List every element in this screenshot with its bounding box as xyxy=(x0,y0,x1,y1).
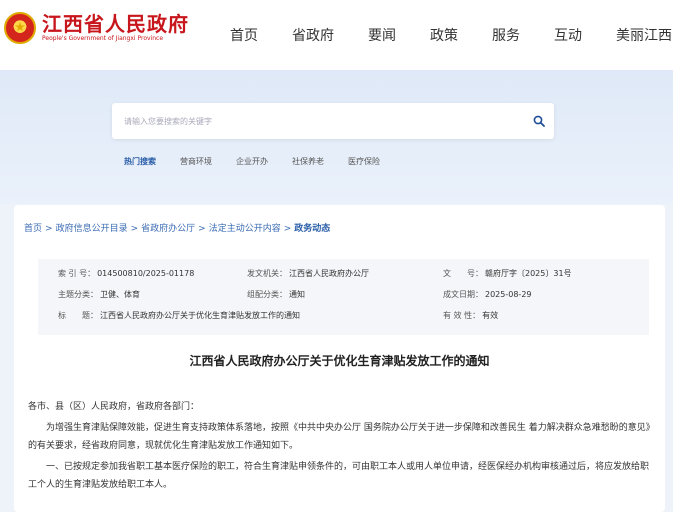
document-meta-table: 索 引 号： 014500810/2025-01178 发文机关： 江西省人民政府办… xyxy=(38,259,649,335)
nav-services[interactable]: 服务 xyxy=(492,25,520,45)
nav-home[interactable]: 首页 xyxy=(230,25,258,45)
hot-search-item[interactable]: 社保养老 xyxy=(292,156,324,167)
nav-provincial-government[interactable]: 省政府 xyxy=(292,25,334,45)
content-card: 首页 > 政府信息公开目录 > 省政府办公厅 > 法定主动公开内容 > 政务动态 索 引 号： 0… xyxy=(14,205,665,512)
document-body: 各市、县（区）人民政府，省政府各部门： 为增强生育津贴保障效能，促进生育支持政策… xyxy=(28,398,654,497)
hot-search-item[interactable]: 企业开办 xyxy=(236,156,268,167)
breadcrumb: 首页 > 政府信息公开目录 > 省政府办公厅 > 法定主动公开内容 > 政务动态 xyxy=(24,221,330,234)
meta-date: 成文日期： 2025-08-29 xyxy=(443,290,532,299)
meta-index-no: 索 引 号： 014500810/2025-01178 xyxy=(58,269,195,278)
main-nav: 首页 省政府 要闻 政策 服务 互动 美丽江西 xyxy=(230,0,672,70)
document-title: 江西省人民政府办公厅关于优化生育津贴发放工作的通知 xyxy=(189,354,490,368)
meta-validity: 有 效 性： 有效 xyxy=(443,311,499,320)
hot-search-label: 热门搜索 xyxy=(124,157,156,166)
search-button[interactable] xyxy=(524,103,554,139)
breadcrumb-separator: > xyxy=(130,224,139,234)
search-band: 热门搜索 营商环境 企业开办 社保养老 医疗保险 xyxy=(0,70,673,204)
meta-issuer: 发文机关： 江西省人民政府办公厅 xyxy=(247,269,369,278)
nav-news[interactable]: 要闻 xyxy=(368,25,396,45)
breadcrumb-public-content[interactable]: 法定主动公开内容 xyxy=(209,224,281,234)
meta-category: 组配分类： 通知 xyxy=(247,290,305,299)
breadcrumb-separator: > xyxy=(283,224,292,234)
breadcrumb-separator: > xyxy=(198,224,206,234)
site-logo[interactable]: 江西省人民政府 People's Government of Jiangxi P… xyxy=(4,12,189,44)
meta-doc-no: 文 号： 赣府厅字〔2025〕31号 xyxy=(443,269,572,278)
meta-row: 标 题： 江西省人民政府办公厅关于优化生育津贴发放工作的通知 有 效 性： 有效 xyxy=(38,310,649,326)
nav-beautiful-jiangxi[interactable]: 美丽江西 xyxy=(616,25,672,45)
site-header: 江西省人民政府 People's Government of Jiangxi P… xyxy=(0,0,673,70)
nav-interaction[interactable]: 互动 xyxy=(554,25,582,45)
nav-policy[interactable]: 政策 xyxy=(430,25,458,45)
meta-title: 标 题： 江西省人民政府办公厅关于优化生育津贴发放工作的通知 xyxy=(58,311,300,320)
national-emblem-icon xyxy=(4,12,36,44)
meta-row: 索 引 号： 014500810/2025-01178 发文机关： 江西省人民政府办… xyxy=(38,268,649,284)
search-box xyxy=(112,103,554,139)
meta-row: 主题分类： 卫健、体育 组配分类： 通知 成文日期： 2025-08-29 xyxy=(38,289,649,305)
logo-subtitle: People's Government of Jiangxi Province xyxy=(42,35,164,42)
search-input[interactable] xyxy=(112,103,524,139)
breadcrumb-home[interactable]: 首页 xyxy=(24,224,42,234)
breadcrumb-info-directory[interactable]: 政府信息公开目录 xyxy=(56,224,128,234)
hot-search-item[interactable]: 营商环境 xyxy=(180,156,212,167)
hot-search-row: 热门搜索 营商环境 企业开办 社保养老 医疗保险 xyxy=(124,156,404,167)
hot-search-item[interactable]: 医疗保险 xyxy=(348,156,380,167)
document-paragraph: 一、已按规定参加我省职工基本医疗保险的职工，符合生育津贴申领条件的，可由职工本人… xyxy=(28,462,650,490)
document-paragraph: 为增强生育津贴保障效能，促进生育支持政策体系落地，按照《中共中央办公厅 国务院办… xyxy=(28,423,651,451)
logo-title: 江西省人民政府 xyxy=(42,12,189,36)
breadcrumb-separator: > xyxy=(45,224,53,234)
meta-subject: 主题分类： 卫健、体育 xyxy=(58,290,140,299)
search-icon xyxy=(533,115,545,127)
breadcrumb-current[interactable]: 政务动态 xyxy=(294,224,330,234)
breadcrumb-general-office[interactable]: 省政府办公厅 xyxy=(141,224,195,234)
document-salutation: 各市、县（区）人民政府，省政府各部门： xyxy=(28,402,200,412)
